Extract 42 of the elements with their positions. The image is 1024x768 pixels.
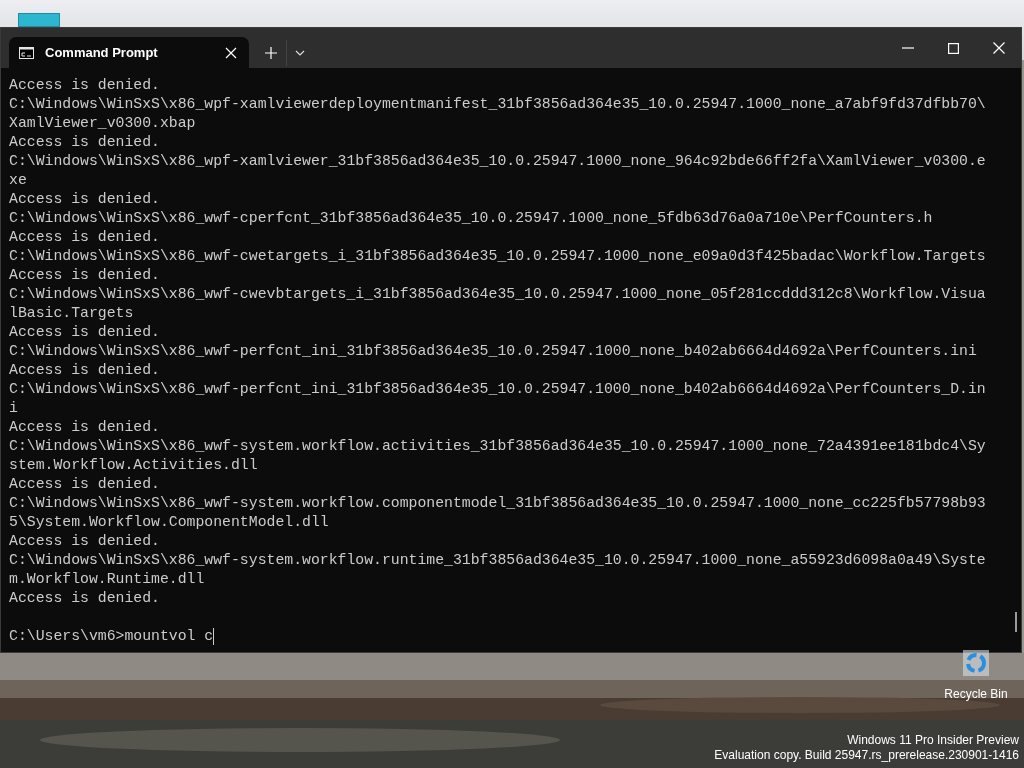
- tab-title: Command Prompt: [45, 43, 158, 62]
- output-line: C:\Windows\WinSxS\x86_wpf-xamlviewer_31bf3856ad364e35_10.0.25947.1000_none_964c92bde66ff2fa\XamlViewer_v0300.e: [9, 152, 986, 171]
- new-tab-icon[interactable]: [265, 46, 277, 59]
- output-line: XamlViewer_v0300.xbap: [9, 114, 196, 133]
- output-line: i: [9, 399, 18, 418]
- output-line: C:\Windows\WinSxS\x86_wpf-xamlviewerdeploymentmanifest_31bf3856ad364e35_10.0.25947.1000_none_a7abf9fd37dfbb70\: [9, 95, 986, 114]
- output-line: Access is denied.: [9, 475, 160, 494]
- output-line: Access is denied.: [9, 190, 160, 209]
- output-line: C:\Windows\WinSxS\x86_wwf-system.workflow.componentmodel_31bf3856ad364e35_10.0.25947.1000_none_cc225fb57798b93: [9, 494, 986, 513]
- output-line: Access is denied.: [9, 228, 160, 247]
- dropdown-chevron-icon[interactable]: [295, 49, 305, 56]
- output-line: Access is denied.: [9, 133, 160, 152]
- output-line: C:\Windows\WinSxS\x86_wwf-perfcnt_ini_31bf3856ad364e35_10.0.25947.1000_none_b402ab6664d4692a\PerfCounters_D.in: [9, 380, 986, 399]
- output-line: Access is denied.: [9, 76, 160, 95]
- text-cursor: [213, 628, 215, 645]
- output-line: Access is denied.: [9, 532, 160, 551]
- output-line: Access is denied.: [9, 418, 160, 437]
- output-line: Access is denied.: [9, 589, 160, 608]
- output-line: Access is denied.: [9, 323, 160, 342]
- output-line: xe: [9, 171, 27, 190]
- build-info-text: Windows 11 Pro Insider Preview: [847, 733, 1019, 748]
- output-line: C:\Windows\WinSxS\x86_wwf-cwetargets_i_31bf3856ad364e35_10.0.25947.1000_none_e09a0d3f425badac\Workflow.Targets: [9, 247, 986, 266]
- close-tab-icon[interactable]: [225, 46, 237, 59]
- output-line: C:\Windows\WinSxS\x86_wwf-system.workflow.runtime_31bf3856ad364e35_10.0.25947.1000_none_a55923d6098a0a49\Syste: [9, 551, 986, 570]
- output-line: Access is denied.: [9, 361, 160, 380]
- output-line: C:\Windows\WinSxS\x86_wwf-cperfcnt_31bf3856ad364e35_10.0.25947.1000_none_5fdb63d76a0a710e\PerfCounters.h: [9, 209, 933, 228]
- close-icon[interactable]: [993, 42, 1005, 54]
- output-line: C:\Windows\WinSxS\x86_wwf-perfcnt_ini_31bf3856ad364e35_10.0.25947.1000_none_b402ab6664d4692a\PerfCounters.ini: [9, 342, 977, 361]
- scrollbar-thumb[interactable]: [1015, 612, 1017, 632]
- terminal-icon: [19, 46, 34, 59]
- output-line: m.Workflow.Runtime.dll: [9, 570, 205, 589]
- command-prompt: C:\Users\vm6>mountvol c: [9, 627, 214, 646]
- maximize-icon[interactable]: [948, 42, 959, 54]
- output-line: 5\System.Workflow.ComponentModel.dll: [9, 513, 329, 532]
- output-line: Access is denied.: [9, 266, 160, 285]
- output-line: C:\Windows\WinSxS\x86_wwf-cwevbtargets_i_31bf3856ad364e35_10.0.25947.1000_none_05f281ccddd312c8\Workflow.Visua: [9, 285, 986, 304]
- icon-label: Recycle Bin: [944, 686, 1008, 703]
- output-line: stem.Workflow.Activities.dll: [9, 456, 258, 475]
- build-info-text: Evaluation copy. Build 25947.rs_prerelease.230901-1416: [714, 748, 1019, 763]
- tab[interactable]: Command Prompt: [9, 37, 249, 68]
- output-line: lBasic.Targets: [9, 304, 134, 323]
- output-line: C:\Windows\WinSxS\x86_wwf-system.workflow.activities_31bf3856ad364e35_10.0.25947.1000_none_72a4391ee181bdc4\Sy: [9, 437, 986, 456]
